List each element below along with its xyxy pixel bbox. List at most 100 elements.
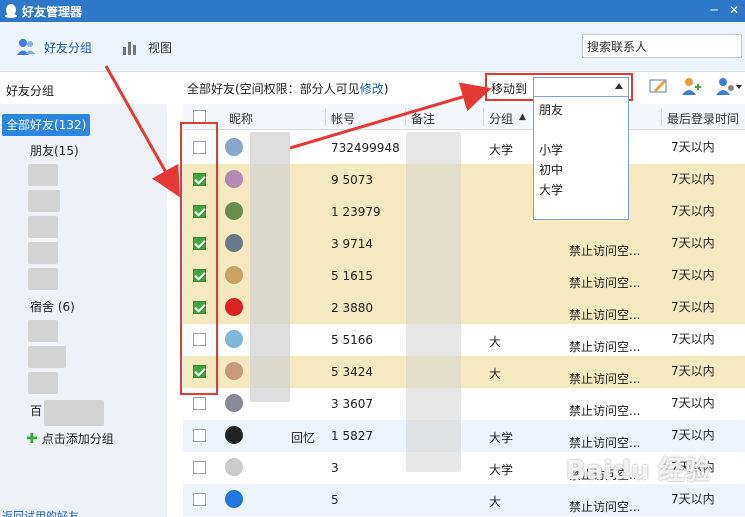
add-friend-icon[interactable] <box>680 76 702 96</box>
blurred-text <box>44 400 104 426</box>
table-row[interactable]: 5 大 禁止访问空... 7天以内 <box>183 484 745 516</box>
cell-account: 2 3880 <box>331 301 373 315</box>
avatar <box>225 458 243 476</box>
blurred-text <box>28 346 66 368</box>
cell-account: 1 5827 <box>331 429 373 443</box>
bottom-link[interactable]: 返回试用的好友 <box>2 508 79 517</box>
cell-permission: 禁止访问空... <box>569 404 641 418</box>
group-item-all[interactable]: 全部好友(132) <box>2 114 91 136</box>
modify-link[interactable]: 修改 <box>360 82 384 96</box>
cell-permission: 禁止访问空... <box>569 340 641 354</box>
row-checkbox[interactable] <box>193 461 206 474</box>
move-to-options: 朋友 小学 初中 大学 <box>533 96 629 220</box>
cell-last-login: 7天以内 <box>671 236 715 250</box>
cell-last-login: 7天以内 <box>671 172 715 186</box>
cell-last-login: 7天以内 <box>671 364 715 378</box>
col-note[interactable]: 备注 <box>411 110 435 127</box>
col-last-login[interactable]: 最后登录时间 <box>667 110 739 127</box>
col-account[interactable]: 帐号 <box>331 110 355 127</box>
row-checkbox[interactable] <box>193 429 206 442</box>
cell-permission: 禁止访问空... <box>569 500 641 514</box>
cell-group: 大学 <box>489 463 514 477</box>
move-to-label: 移动到 <box>491 82 528 96</box>
group-item[interactable]: 2) <box>0 218 167 240</box>
edit-note-icon[interactable] <box>648 76 670 96</box>
option-primary[interactable]: 小学 <box>539 141 563 158</box>
blurred-text <box>28 372 58 394</box>
friend-groups-label: 好友分组 <box>44 40 93 55</box>
cell-permission: 禁止访问空... <box>569 436 641 450</box>
group-item[interactable]: 3) <box>0 166 167 188</box>
group-item[interactable]: 18) <box>0 270 167 292</box>
group-list: 全部好友(132) 朋友(15) 3) 15) 2) 20) 18) 宿舍 (6… <box>0 104 167 517</box>
col-group[interactable]: 分组 <box>489 110 513 127</box>
dropdown-arrow-icon <box>615 83 623 89</box>
avatar <box>225 490 243 508</box>
cell-group: 大学 <box>489 143 514 157</box>
cell-account: 9 5073 <box>331 173 373 187</box>
cell-last-login: 7天以内 <box>671 300 715 314</box>
row-checkbox[interactable] <box>193 397 206 410</box>
group-sidebar: 好友分组 全部好友(132) 朋友(15) 3) 15) 2) 20) 18) … <box>0 72 167 517</box>
row-checkbox[interactable] <box>193 493 206 506</box>
option-university[interactable]: 大学 <box>539 181 563 198</box>
add-group-button[interactable]: ✚ 点击添加分组 <box>26 430 114 447</box>
cell-account: 3 <box>331 461 339 475</box>
move-to-dropdown[interactable] <box>533 77 629 97</box>
cell-last-login: 7天以内 <box>671 332 715 346</box>
cell-group: 大学 <box>489 431 514 445</box>
group-item[interactable]: 朋友(15) <box>0 140 167 162</box>
avatar <box>225 362 243 380</box>
blurred-nicknames <box>250 132 290 402</box>
cell-account: 5 1615 <box>331 269 373 283</box>
friend-groups-tab[interactable]: 好友分组 <box>16 36 92 58</box>
cell-account: 732499948 <box>331 141 400 155</box>
close-button[interactable]: ✕ <box>726 2 742 18</box>
minimize-button[interactable]: ─ <box>706 2 722 18</box>
toolbar: 好友分组 视图 搜索联系人 <box>0 22 745 72</box>
group-item[interactable]: 20) <box>0 244 167 266</box>
avatar <box>225 234 243 252</box>
friend-settings-icon[interactable] <box>714 76 744 96</box>
cell-account: 3 9714 <box>331 237 373 251</box>
blurred-text <box>28 268 58 290</box>
avatar <box>225 298 243 316</box>
group-item[interactable]: 15) <box>0 192 167 214</box>
cell-account: 5 3424 <box>331 365 373 379</box>
avatar <box>225 170 243 188</box>
group-item[interactable]: 宿舍 (6) <box>0 296 167 318</box>
add-group-label: 点击添加分组 <box>41 432 114 446</box>
group-item[interactable]: ) <box>0 348 167 370</box>
search-input[interactable]: 搜索联系人 <box>582 34 742 58</box>
cell-group: 大 <box>489 335 502 349</box>
sort-asc-icon: ▲ <box>519 112 526 122</box>
option-middle[interactable]: 初中 <box>539 161 563 178</box>
baidu-watermark: Baidu 经验 <box>566 456 711 486</box>
avatar <box>225 266 243 284</box>
avatar <box>225 202 243 220</box>
view-tab[interactable]: 视图 <box>122 36 172 58</box>
option-friends[interactable]: 朋友 <box>539 101 563 118</box>
qq-logo-icon <box>5 4 17 18</box>
blurred-text <box>28 320 58 342</box>
table-row[interactable]: 回忆 1 5827 大学 禁止访问空... 7天以内 <box>183 420 745 452</box>
cell-permission: 禁止访问空... <box>569 276 641 290</box>
blurred-text <box>28 190 60 212</box>
blurred-text <box>28 216 58 238</box>
cell-permission: 禁止访问空... <box>569 372 641 386</box>
group-item[interactable]: 0) <box>0 374 167 396</box>
checkbox-highlight <box>180 122 218 395</box>
search-placeholder: 搜索联系人 <box>587 40 648 54</box>
view-label: 视图 <box>148 40 173 55</box>
cell-permission: 禁止访问空... <box>569 244 641 258</box>
plus-icon: ✚ <box>26 430 38 447</box>
cell-account: 5 5166 <box>331 333 373 347</box>
cell-last-login: 7天以内 <box>671 268 715 282</box>
avatar <box>225 138 243 156</box>
cell-last-login: 7天以内 <box>671 396 715 410</box>
window-title: 好友管理器 <box>22 5 83 19</box>
title-bar: 好友管理器 ─ ✕ <box>0 0 745 22</box>
col-nickname[interactable]: 昵称 <box>229 110 253 127</box>
group-item[interactable]: 18) <box>0 322 167 344</box>
cell-account: 1 23979 <box>331 205 381 219</box>
